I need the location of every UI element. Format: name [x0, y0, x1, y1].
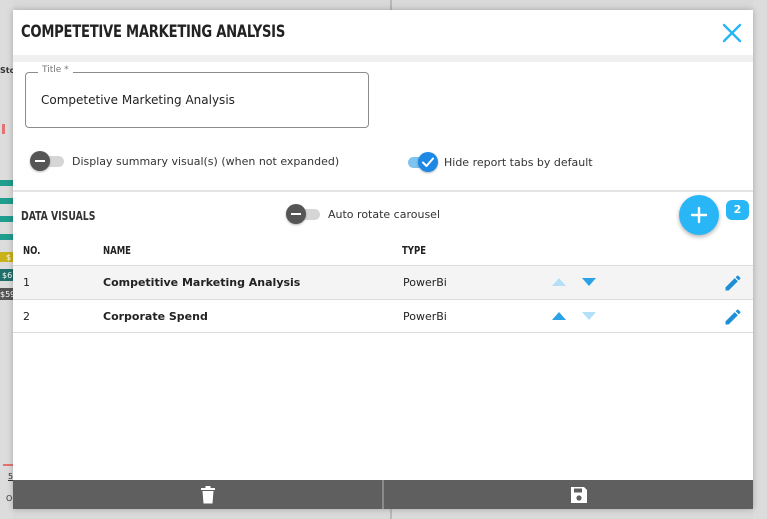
table-header: NO. NAME TYPE	[13, 240, 753, 265]
header-separator	[13, 55, 753, 62]
auto-rotate-label: Auto rotate carousel	[328, 207, 441, 221]
move-up-button[interactable]	[552, 312, 566, 320]
data-visuals-table: NO. NAME TYPE 1 Competitive Marketing An…	[13, 240, 753, 333]
background-divider	[390, 0, 392, 10]
visual-count-badge: 2	[726, 200, 749, 220]
trash-icon	[201, 486, 215, 504]
summary-toggle-row: Display summary visual(s) (when not expa…	[30, 151, 339, 171]
column-header-no: NO.	[23, 244, 41, 257]
background-panel-right	[753, 0, 767, 519]
check-icon	[422, 157, 434, 167]
dialog-footer	[13, 480, 753, 509]
auto-rotate-toggle-row: Auto rotate carousel	[286, 204, 440, 224]
data-visuals-title: DATA VISUALS	[21, 209, 96, 223]
edit-row-button[interactable]	[723, 273, 743, 293]
save-icon	[571, 487, 587, 503]
add-visual-button[interactable]	[679, 195, 719, 235]
title-field: Title *	[25, 65, 369, 128]
toggle-off-icon	[286, 204, 306, 224]
auto-rotate-toggle[interactable]	[286, 204, 324, 224]
save-button[interactable]	[384, 480, 753, 509]
hide-tabs-toggle-label: Hide report tabs by default	[444, 155, 593, 169]
required-mark: *	[64, 65, 69, 75]
background-bar	[0, 234, 13, 240]
summary-toggle-label: Display summary visual(s) (when not expa…	[72, 154, 340, 168]
column-header-type: TYPE	[402, 244, 427, 257]
row-type: PowerBi	[403, 276, 447, 289]
column-header-name: NAME	[103, 244, 132, 257]
background-text: $	[6, 253, 12, 262]
background-bar	[0, 216, 13, 222]
row-type: PowerBi	[403, 310, 447, 323]
close-button[interactable]	[721, 22, 743, 44]
edit-row-button[interactable]	[723, 307, 743, 327]
background-text: O	[6, 494, 13, 503]
title-input[interactable]	[41, 93, 361, 107]
background-bar	[0, 180, 13, 186]
toggle-off-icon	[30, 151, 50, 171]
background-mark	[3, 464, 13, 466]
hide-tabs-toggle[interactable]	[402, 152, 440, 172]
table-row: 1 Competitive Marketing Analysis PowerBi	[13, 265, 753, 299]
row-name: Corporate Spend	[103, 310, 208, 323]
hide-tabs-toggle-row: Hide report tabs by default	[402, 152, 593, 172]
dialog-header: COMPETETIVE MARKETING ANALYSIS	[13, 10, 753, 55]
background-text: $6	[2, 271, 13, 280]
dialog-title: COMPETETIVE MARKETING ANALYSIS	[21, 22, 286, 42]
delete-button[interactable]	[13, 480, 382, 509]
background-mark	[2, 124, 5, 134]
move-down-button[interactable]	[582, 312, 596, 320]
title-label-text: Title	[42, 65, 62, 75]
summary-toggle[interactable]	[30, 151, 68, 171]
toggle-on-icon	[418, 152, 438, 172]
background-bar	[0, 198, 13, 204]
table-row: 2 Corporate Spend PowerBi	[13, 299, 753, 333]
move-up-button[interactable]	[552, 278, 566, 286]
row-number: 2	[23, 310, 30, 323]
row-name: Competitive Marketing Analysis	[103, 276, 301, 289]
close-icon	[722, 23, 742, 43]
section-separator	[13, 190, 753, 192]
row-number: 1	[23, 276, 30, 289]
pencil-icon	[725, 309, 741, 325]
background-divider	[390, 509, 392, 519]
move-down-button[interactable]	[582, 278, 596, 286]
edit-dialog: COMPETETIVE MARKETING ANALYSIS Title * D…	[13, 10, 753, 509]
title-field-label: Title *	[38, 65, 73, 75]
plus-icon	[690, 206, 708, 224]
pencil-icon	[725, 275, 741, 291]
